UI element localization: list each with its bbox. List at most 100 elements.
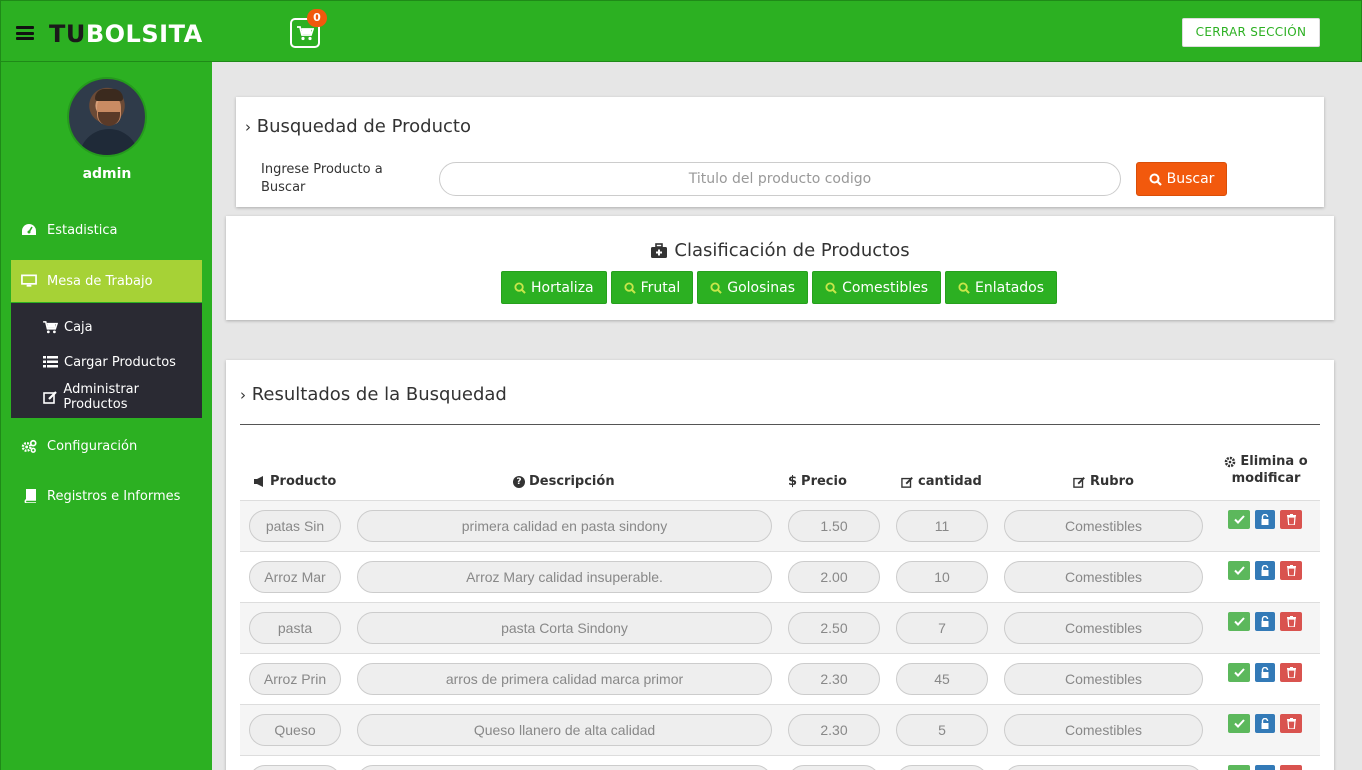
brand-logo[interactable]: TUBOLSITA bbox=[49, 20, 203, 48]
confirm-button[interactable] bbox=[1228, 663, 1250, 682]
column-header-descripcion: ? Descripción bbox=[513, 474, 615, 489]
category-hortaliza-button[interactable]: Hortaliza bbox=[501, 271, 607, 304]
cantidad-field[interactable] bbox=[896, 510, 988, 542]
cantidad-field[interactable] bbox=[896, 561, 988, 593]
precio-field[interactable] bbox=[788, 561, 880, 593]
trash-icon bbox=[1286, 718, 1296, 729]
search-icon bbox=[958, 281, 970, 294]
cantidad-field[interactable] bbox=[896, 612, 988, 644]
delete-button[interactable] bbox=[1280, 510, 1302, 529]
confirm-button[interactable] bbox=[1228, 765, 1250, 770]
classification-title: Clasificación de Productos bbox=[226, 240, 1334, 261]
unlock-button[interactable] bbox=[1255, 714, 1275, 733]
confirm-button[interactable] bbox=[1228, 561, 1250, 580]
delete-button[interactable] bbox=[1280, 765, 1302, 770]
descripcion-field[interactable] bbox=[357, 714, 772, 746]
username: admin bbox=[82, 166, 132, 182]
cantidad-field[interactable] bbox=[896, 714, 988, 746]
unlock-button[interactable] bbox=[1255, 612, 1275, 631]
table-row bbox=[240, 653, 1320, 704]
precio-field[interactable] bbox=[788, 510, 880, 542]
precio-field[interactable] bbox=[788, 612, 880, 644]
delete-button[interactable] bbox=[1280, 714, 1302, 733]
sidebar-item-configuracion[interactable]: Configuración bbox=[11, 425, 202, 467]
check-icon bbox=[1233, 566, 1245, 575]
precio-field[interactable] bbox=[788, 765, 880, 770]
rubro-field[interactable] bbox=[1004, 612, 1203, 644]
delete-button[interactable] bbox=[1280, 561, 1302, 580]
descripcion-field[interactable] bbox=[357, 510, 772, 542]
precio-field[interactable] bbox=[788, 663, 880, 695]
descripcion-field[interactable] bbox=[357, 663, 772, 695]
sidebar-subitem-caja[interactable]: Caja bbox=[43, 317, 93, 337]
category-golosinas-button[interactable]: Golosinas bbox=[697, 271, 809, 304]
sidebar-item-estadistica[interactable]: Estadistica bbox=[11, 209, 202, 251]
search-icon bbox=[1149, 173, 1162, 186]
unlock-button[interactable] bbox=[1255, 510, 1275, 529]
cantidad-field[interactable] bbox=[896, 765, 988, 770]
unlock-icon bbox=[1261, 565, 1269, 576]
producto-field[interactable] bbox=[249, 510, 341, 542]
producto-field[interactable] bbox=[249, 561, 341, 593]
trash-icon bbox=[1286, 514, 1296, 525]
producto-field[interactable] bbox=[249, 765, 341, 770]
logout-button[interactable]: CERRAR SECCIÓN bbox=[1182, 18, 1320, 47]
sidebar: admin Estadistica Mesa de Trabajo Caja C… bbox=[0, 62, 212, 770]
sidebar-item-registros[interactable]: Registros e Informes bbox=[11, 475, 202, 517]
unlock-button[interactable] bbox=[1255, 561, 1275, 580]
category-frutal-button[interactable]: Frutal bbox=[610, 271, 694, 304]
search-button[interactable]: Buscar bbox=[1136, 162, 1227, 196]
column-header-producto: Producto bbox=[253, 474, 336, 489]
confirm-button[interactable] bbox=[1228, 510, 1250, 529]
cart-icon bbox=[297, 26, 314, 41]
cantidad-field[interactable] bbox=[896, 663, 988, 695]
rubro-field[interactable] bbox=[1004, 765, 1203, 770]
descripcion-field[interactable] bbox=[357, 612, 772, 644]
rubro-field[interactable] bbox=[1004, 510, 1203, 542]
unlock-icon bbox=[1261, 514, 1269, 525]
dollar-icon: $ bbox=[788, 474, 798, 489]
unlock-button[interactable] bbox=[1255, 663, 1275, 682]
check-icon bbox=[1233, 617, 1245, 626]
search-icon bbox=[514, 281, 526, 294]
table-row bbox=[240, 755, 1320, 770]
descripcion-field[interactable] bbox=[357, 561, 772, 593]
trash-icon bbox=[1286, 616, 1296, 627]
search-icon bbox=[710, 281, 723, 294]
cogs-icon bbox=[21, 438, 37, 454]
rubro-field[interactable] bbox=[1004, 663, 1203, 695]
sidebar-item-mesa-de-trabajo[interactable]: Mesa de Trabajo bbox=[11, 260, 202, 302]
delete-button[interactable] bbox=[1280, 612, 1302, 631]
sidebar-subitem-administrar-productos[interactable]: Administrar Productos bbox=[43, 382, 202, 412]
search-input[interactable] bbox=[439, 162, 1121, 196]
unlock-icon bbox=[1261, 667, 1269, 678]
search-icon bbox=[624, 281, 636, 294]
unlock-icon bbox=[1261, 616, 1269, 627]
sidebar-subitem-cargar-productos[interactable]: Cargar Productos bbox=[43, 352, 176, 372]
column-header-cantidad: cantidad bbox=[901, 474, 982, 489]
producto-field[interactable] bbox=[249, 663, 341, 695]
unlock-button[interactable] bbox=[1255, 765, 1275, 770]
confirm-button[interactable] bbox=[1228, 612, 1250, 631]
bullhorn-icon bbox=[254, 476, 263, 487]
confirm-button[interactable] bbox=[1228, 714, 1250, 733]
rubro-field[interactable] bbox=[1004, 561, 1203, 593]
submenu-mesa-de-trabajo: Caja Cargar Productos Administrar Produc… bbox=[11, 303, 202, 418]
results-divider bbox=[240, 424, 1320, 425]
avatar[interactable] bbox=[67, 77, 147, 157]
check-icon bbox=[1233, 515, 1245, 524]
descripcion-field[interactable] bbox=[357, 765, 772, 770]
edit-icon bbox=[1073, 476, 1085, 488]
producto-field[interactable] bbox=[249, 612, 341, 644]
hamburger-menu-icon[interactable] bbox=[16, 26, 34, 40]
rubro-field[interactable] bbox=[1004, 714, 1203, 746]
table-row bbox=[240, 500, 1320, 551]
producto-field[interactable] bbox=[249, 714, 341, 746]
precio-field[interactable] bbox=[788, 714, 880, 746]
category-comestibles-button[interactable]: Comestibles bbox=[812, 271, 942, 304]
delete-button[interactable] bbox=[1280, 663, 1302, 682]
check-icon bbox=[1233, 668, 1245, 677]
chevron-right-icon: › bbox=[240, 386, 246, 404]
results-panel: › Resultados de la Busquedad Producto ? … bbox=[226, 360, 1334, 770]
category-enlatados-button[interactable]: Enlatados bbox=[945, 271, 1058, 304]
